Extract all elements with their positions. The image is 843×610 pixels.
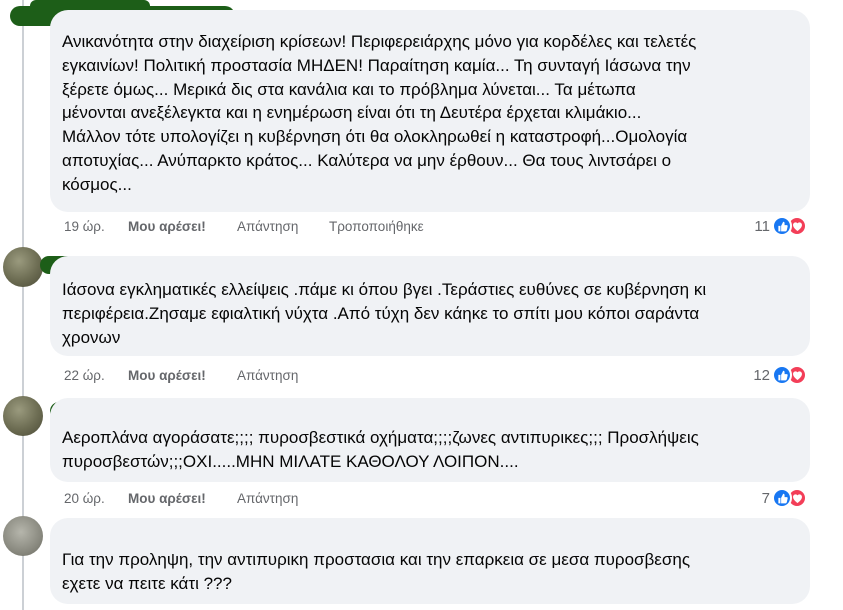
edited-label[interactable]: Τροποποιήθηκε xyxy=(329,219,424,234)
comment-text: Για την προληψη, την αντιπυρικη προστασι… xyxy=(62,550,691,593)
like-button[interactable]: Μου αρέσει! xyxy=(128,491,237,506)
like-icon xyxy=(772,488,792,508)
reply-button[interactable]: Απάντηση xyxy=(237,491,329,506)
reactions-summary[interactable]: 11 xyxy=(754,215,807,237)
comment-time[interactable]: 19 ώρ. xyxy=(64,219,128,234)
comment-bubble: Αεροπλάνα αγοράσατε;;;; πυροσβεστικά οχή… xyxy=(50,398,810,482)
comment-bubble: Ιάσονα εγκληματικές ελλείψεις .πάμε κι ό… xyxy=(50,256,810,356)
reaction-count[interactable]: 11 xyxy=(754,218,770,235)
comment-actions: 20 ώρ. Μου αρέσει! Απάντηση xyxy=(64,488,329,508)
avatar[interactable] xyxy=(3,396,43,436)
comment-text: Ιάσονα εγκληματικές ελλείψεις .πάμε κι ό… xyxy=(62,280,707,347)
like-icon xyxy=(772,216,792,236)
like-button[interactable]: Μου αρέσει! xyxy=(128,368,237,383)
comment-actions: 19 ώρ. Μου αρέσει! Απάντηση Τροποποιήθηκ… xyxy=(64,216,424,236)
reply-button[interactable]: Απάντηση xyxy=(237,219,329,234)
like-button[interactable]: Μου αρέσει! xyxy=(128,219,237,234)
comment-text: Αεροπλάνα αγοράσατε;;;; πυροσβεστικά οχή… xyxy=(62,428,699,471)
comment-bubble: Ανικανότητα στην διαχείριση κρίσεων! Περ… xyxy=(50,10,810,212)
like-icon xyxy=(772,365,792,385)
comment-text: Ανικανότητα στην διαχείριση κρίσεων! Περ… xyxy=(62,32,697,194)
comment-bubble: Για την προληψη, την αντιπυρικη προστασι… xyxy=(50,518,810,604)
reactions-summary[interactable]: 7 xyxy=(762,487,807,509)
comment-time[interactable]: 20 ώρ. xyxy=(64,491,128,506)
reactions-summary[interactable]: 12 xyxy=(753,364,807,386)
comment-actions: 22 ώρ. Μου αρέσει! Απάντηση xyxy=(64,365,329,385)
reaction-count[interactable]: 12 xyxy=(753,367,770,384)
avatar[interactable] xyxy=(3,247,43,287)
avatar[interactable] xyxy=(3,516,43,556)
reply-button[interactable]: Απάντηση xyxy=(237,368,329,383)
comment-time[interactable]: 22 ώρ. xyxy=(64,368,128,383)
reaction-count[interactable]: 7 xyxy=(762,490,770,507)
